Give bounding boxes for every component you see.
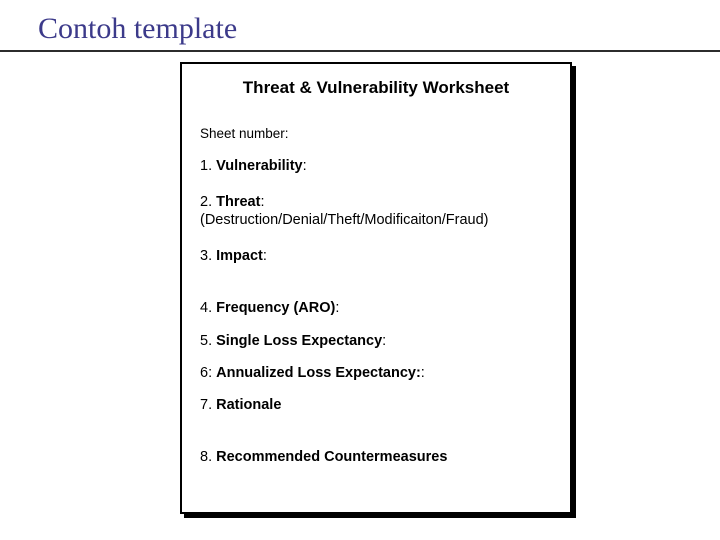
field-countermeasures: 8. Recommended Countermeasures xyxy=(200,448,552,466)
field-suffix: : xyxy=(303,158,307,174)
field-ale: 6: Annualized Loss Expectancy:: xyxy=(200,364,552,382)
field-threat-note: (Destruction/Denial/Theft/Modificaiton/F… xyxy=(200,212,489,228)
field-num: 6: xyxy=(200,365,212,381)
sheet-number-label: Sheet number: xyxy=(200,126,552,143)
field-num: 8. xyxy=(200,449,212,465)
field-suffix: : xyxy=(260,194,264,210)
field-num: 3. xyxy=(200,248,212,264)
field-sle: 5. Single Loss Expectancy: xyxy=(200,332,552,350)
field-label: Rationale xyxy=(216,397,281,413)
field-label: Vulnerability xyxy=(216,158,302,174)
field-label: Threat xyxy=(216,194,260,210)
field-label: Frequency (ARO) xyxy=(216,300,335,316)
field-label: Recommended Countermeasures xyxy=(216,449,447,465)
field-vulnerability: 1. Vulnerability: xyxy=(200,157,552,175)
worksheet-title: Threat & Vulnerability Worksheet xyxy=(200,78,552,98)
worksheet-box: Threat & Vulnerability Worksheet Sheet n… xyxy=(180,62,572,514)
field-label: Single Loss Expectancy xyxy=(216,333,382,349)
field-label: Annualized Loss Expectancy: xyxy=(216,365,421,381)
field-label: Impact xyxy=(216,248,263,264)
field-suffix: : xyxy=(382,333,386,349)
field-suffix: : xyxy=(335,300,339,316)
field-num: 4. xyxy=(200,300,212,316)
field-frequency: 4. Frequency (ARO): xyxy=(200,299,552,317)
field-num: 7. xyxy=(200,397,212,413)
title-underline xyxy=(0,50,720,52)
field-num: 5. xyxy=(200,333,212,349)
field-threat: 2. Threat: (Destruction/Denial/Theft/Mod… xyxy=(200,193,552,229)
slide-title: Contoh template xyxy=(38,12,237,46)
field-suffix: : xyxy=(421,365,425,381)
field-num: 2. xyxy=(200,194,212,210)
field-impact: 3. Impact: xyxy=(200,247,552,265)
field-rationale: 7. Rationale xyxy=(200,396,552,414)
field-num: 1. xyxy=(200,158,212,174)
field-suffix: : xyxy=(263,248,267,264)
